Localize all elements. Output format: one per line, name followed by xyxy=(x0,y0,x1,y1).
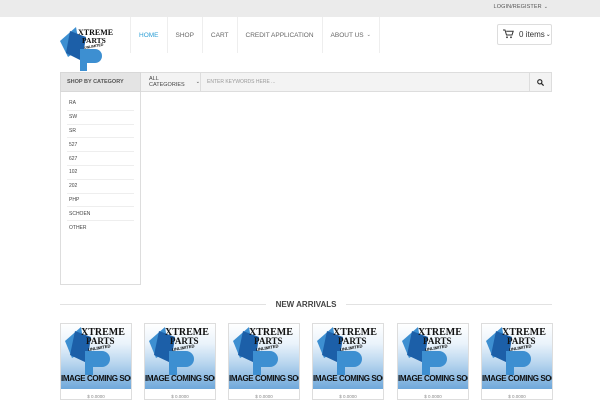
category-label: 102 xyxy=(69,169,78,176)
category-label: 202 xyxy=(69,183,78,190)
image-coming-soon-text: IMAGE COMING SOON xyxy=(482,374,552,383)
search-button[interactable] xyxy=(529,73,551,91)
product-card[interactable]: XTREMEPARTSUNLIMITEDIMAGE COMING SOON $ 0… xyxy=(144,323,216,400)
cart-icon xyxy=(503,26,514,44)
product-image[interactable]: XTREMEPARTSUNLIMITEDIMAGE COMING SOON xyxy=(229,324,299,389)
shop-by-category-title: SHOP BY CATEGORY xyxy=(67,79,124,85)
divider xyxy=(60,303,266,305)
category-label: SR xyxy=(69,127,76,134)
image-coming-soon-text: IMAGE COMING SOON xyxy=(145,374,215,383)
category-item[interactable]: PHP xyxy=(67,194,134,208)
product-price: $ 0.0000 xyxy=(424,394,442,399)
category-label: SW xyxy=(69,114,78,121)
nav-home[interactable]: HOME xyxy=(130,17,168,53)
chevron-down-icon: ⌄ xyxy=(366,32,371,38)
product-grid: XTREMEPARTSUNLIMITEDIMAGE COMING SOON $ 0… xyxy=(60,323,553,400)
image-coming-soon-text: IMAGE COMING SOON xyxy=(61,374,131,383)
login-register-label: LOGIN/REGISTER xyxy=(493,4,542,10)
category-label: RA xyxy=(69,100,76,107)
image-coming-soon-text: IMAGE COMING SOON xyxy=(229,374,299,383)
category-label: OTHER xyxy=(69,225,87,232)
nav-credit-application[interactable]: CREDIT APPLICATION xyxy=(238,17,323,53)
shop-by-category-header: SHOP BY CATEGORY xyxy=(60,72,141,92)
image-coming-soon-text: IMAGE COMING SOON xyxy=(398,374,468,383)
nav-about-us[interactable]: ABOUT US ⌄ xyxy=(323,17,380,53)
nav-shop[interactable]: SHOP xyxy=(168,17,203,53)
category-item[interactable]: SW xyxy=(67,111,134,125)
divider xyxy=(346,303,553,305)
category-item[interactable]: 627 xyxy=(67,152,134,166)
product-card[interactable]: XTREMEPARTSUNLIMITEDIMAGE COMING SOON $ 0… xyxy=(312,323,384,400)
new-arrivals-header: NEW ARRIVALS xyxy=(60,296,553,312)
cart-button[interactable]: 0 items ⌄ xyxy=(497,24,552,45)
product-price: $ 0.0000 xyxy=(508,394,526,399)
nav-shop-label: SHOP xyxy=(175,31,194,39)
product-price: $ 0.0000 xyxy=(87,394,105,399)
category-item[interactable]: SCHOEN xyxy=(67,207,134,222)
product-card[interactable]: XTREMEPARTSUNLIMITEDIMAGE COMING SOON $ 0… xyxy=(397,323,469,400)
category-item[interactable]: 102 xyxy=(67,166,134,180)
category-label: 527 xyxy=(69,141,78,148)
product-price: $ 0.0000 xyxy=(339,394,357,399)
category-item[interactable]: OTHER xyxy=(67,221,134,235)
chevron-down-icon: ⌄ xyxy=(543,4,548,10)
top-bar: LOGIN/REGISTER ⌄ xyxy=(0,0,600,17)
product-card[interactable]: XTREMEPARTSUNLIMITEDIMAGE COMING SOON $ 0… xyxy=(228,323,300,400)
category-label: 627 xyxy=(69,155,78,162)
login-register-link[interactable]: LOGIN/REGISTER ⌄ xyxy=(494,4,548,10)
category-item[interactable]: SR xyxy=(67,125,134,139)
main-nav: HOME SHOP CART CREDIT APPLICATION ABOUT … xyxy=(130,17,380,53)
site-logo[interactable]: XTREME PARTS UNLIMITED xyxy=(60,27,118,73)
product-image[interactable]: XTREMEPARTSUNLIMITEDIMAGE COMING SOON xyxy=(482,324,552,389)
all-categories-label: ALL CATEGORIES xyxy=(149,76,185,88)
all-categories-dropdown[interactable]: ALL CATEGORIES ⌄ xyxy=(141,73,201,91)
nav-credit-application-label: CREDIT APPLICATION xyxy=(245,31,314,39)
product-card[interactable]: XTREMEPARTSUNLIMITEDIMAGE COMING SOON $ 0… xyxy=(481,323,553,400)
product-image[interactable]: XTREMEPARTSUNLIMITEDIMAGE COMING SOON xyxy=(61,324,131,389)
product-price: $ 0.0000 xyxy=(255,394,273,399)
category-item[interactable]: 202 xyxy=(67,180,134,194)
product-card[interactable]: XTREMEPARTSUNLIMITEDIMAGE COMING SOON $ 0… xyxy=(60,323,132,400)
product-image[interactable]: XTREMEPARTSUNLIMITEDIMAGE COMING SOON xyxy=(145,324,215,389)
image-coming-soon-text: IMAGE COMING SOON xyxy=(313,374,383,383)
nav-home-label: HOME xyxy=(139,31,159,39)
nav-cart-label: CART xyxy=(210,31,229,39)
category-label: SCHOEN xyxy=(69,210,91,217)
nav-about-us-label: ABOUT US xyxy=(330,31,364,39)
search-icon xyxy=(537,73,545,91)
product-price: $ 0.0000 xyxy=(171,394,189,399)
category-label: PHP xyxy=(69,196,80,203)
category-list: RA SW SR 527 627 102 202 PHP SCHOEN OTHE… xyxy=(60,92,141,285)
product-image[interactable]: XTREMEPARTSUNLIMITEDIMAGE COMING SOON xyxy=(313,324,383,389)
category-item[interactable]: 527 xyxy=(67,138,134,153)
cart-count: 0 items xyxy=(519,30,545,39)
new-arrivals-title: NEW ARRIVALS xyxy=(275,299,337,309)
nav-cart[interactable]: CART xyxy=(203,17,238,53)
product-image[interactable]: XTREMEPARTSUNLIMITEDIMAGE COMING SOON xyxy=(398,324,468,389)
chevron-down-icon: ⌄ xyxy=(195,79,200,85)
search-bar: ALL CATEGORIES ⌄ xyxy=(141,72,552,92)
chevron-down-icon: ⌄ xyxy=(545,32,551,38)
category-item[interactable]: RA xyxy=(67,97,134,111)
search-input[interactable] xyxy=(201,73,529,91)
